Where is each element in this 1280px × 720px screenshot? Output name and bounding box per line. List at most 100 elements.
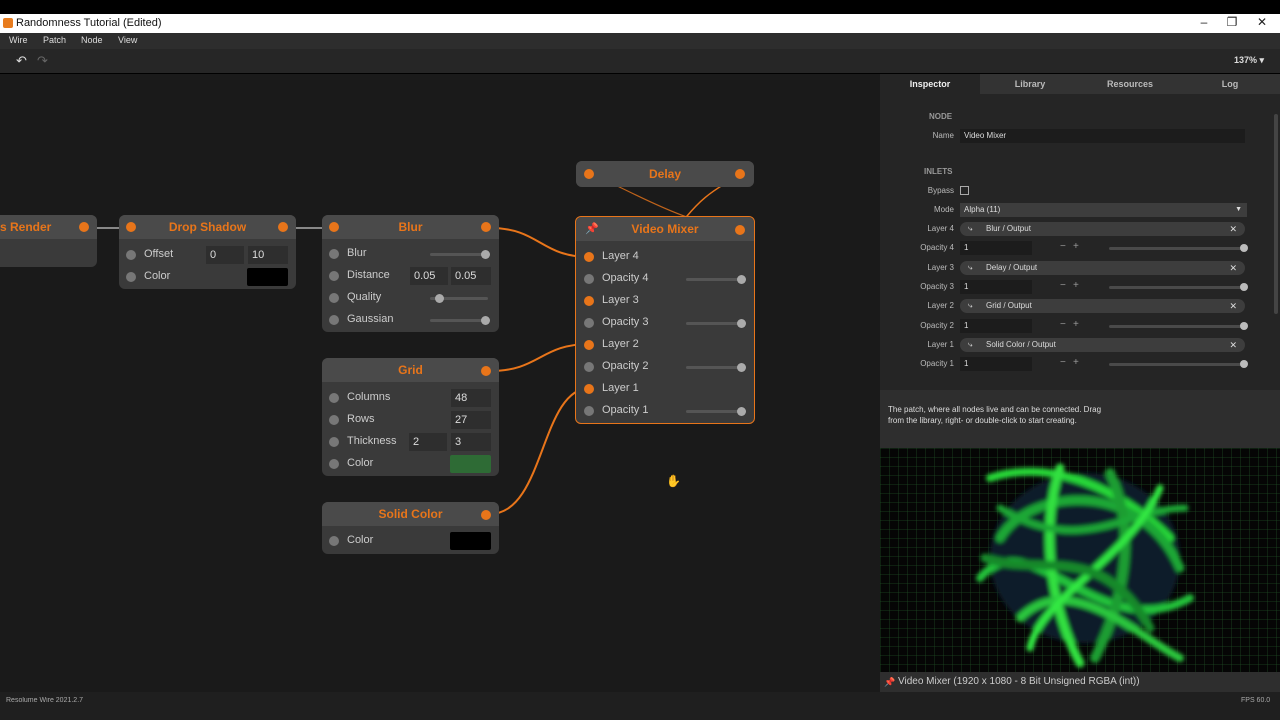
offset-y-field[interactable]: 10 [248,246,288,264]
menu-node[interactable]: Node [81,35,103,45]
node-blur[interactable]: Blur Blur Distance 0.05 0.05 Quality Gau… [322,215,499,332]
tab-library[interactable]: Library [980,74,1080,94]
thickness-y-field[interactable]: 3 [451,433,491,451]
opacity-field[interactable]: 1 [960,357,1032,372]
quality-port[interactable] [329,293,339,303]
rows-field[interactable]: 27 [451,411,491,429]
bypass-checkbox[interactable] [960,186,969,195]
distance-port[interactable] [329,271,339,281]
columns-field[interactable]: 48 [451,389,491,407]
opacity-slider[interactable] [686,278,744,281]
increment-icon[interactable]: + [1073,357,1079,368]
opacity-knob[interactable] [1240,360,1248,369]
delay-input-port[interactable] [584,169,594,179]
opacity-slider[interactable] [1109,324,1244,328]
opacity-slider[interactable] [686,366,744,369]
delay-output-port[interactable] [735,169,745,179]
inlet-connection[interactable]: ⤷ Blur / Output ✕ [960,222,1245,236]
increment-icon[interactable]: + [1073,280,1079,291]
inlet-connection[interactable]: ⤷ Delay / Output ✕ [960,260,1245,275]
input-port-7[interactable] [584,384,594,394]
opacity-knob[interactable] [1240,321,1248,330]
maximize-icon[interactable]: ❐ [1222,15,1242,29]
preview-viewport[interactable] [880,448,1280,672]
blur-amount-slider[interactable] [430,253,488,256]
minimize-icon[interactable]: – [1194,15,1214,29]
patch-canvas[interactable]: s Render Drop Shadow Offset 0 10 Color B… [0,74,880,692]
input-port-2[interactable] [584,274,594,284]
opacity-field[interactable]: 1 [960,279,1032,294]
disconnect-icon[interactable]: ✕ [1229,261,1237,275]
blur-input-port[interactable] [329,222,339,232]
thickness-x-field[interactable]: 2 [409,433,447,451]
opacity-field[interactable]: 1 [960,318,1032,333]
opacity-slider[interactable] [686,410,744,413]
drop-shadow-color-swatch[interactable] [247,268,288,286]
opacity-knob[interactable] [1240,282,1248,291]
input-port-5[interactable] [584,340,594,350]
undo-icon[interactable]: ↶ [16,53,27,69]
tab-resources[interactable]: Resources [1080,74,1180,94]
drop-shadow-input-port[interactable] [126,222,136,232]
node-render[interactable]: s Render [0,215,97,267]
menu-view[interactable]: View [118,35,137,45]
input-port-1[interactable] [584,252,594,262]
opacity-slider[interactable] [686,322,744,325]
solid-color-swatch[interactable] [450,532,491,550]
input-port-6[interactable] [584,362,594,372]
node-delay[interactable]: Delay [576,161,754,187]
color-port[interactable] [126,272,136,282]
tab-log[interactable]: Log [1180,74,1280,94]
node-video-mixer[interactable]: Video Mixer 📌 Layer 4 Opacity 4 Layer 3 Opa… [575,216,755,424]
offset-port[interactable] [126,250,136,260]
opacity-knob[interactable] [737,275,746,284]
zoom-dropdown[interactable]: 137% ▾ [1234,55,1264,66]
tab-inspector[interactable]: Inspector [880,74,980,94]
disconnect-icon[interactable]: ✕ [1229,338,1237,352]
opacity-slider[interactable] [1109,363,1244,367]
input-port-3[interactable] [584,296,594,306]
mode-select[interactable]: Alpha (11) ▼ [960,203,1247,217]
opacity-slider[interactable] [1109,285,1244,289]
opacity-knob[interactable] [737,363,746,372]
opacity-field[interactable]: 1 [960,241,1032,256]
render-output-port[interactable] [79,222,89,232]
decrement-icon[interactable]: − [1060,357,1066,368]
distance-y-field[interactable]: 0.05 [451,267,491,285]
disconnect-icon[interactable]: ✕ [1229,222,1237,236]
input-port-4[interactable] [584,318,594,328]
rows-port[interactable] [329,415,339,425]
inspector-scrollbar[interactable] [1274,114,1278,314]
disconnect-icon[interactable]: ✕ [1229,299,1237,313]
decrement-icon[interactable]: − [1060,319,1066,330]
inlet-connection[interactable]: ⤷ Solid Color / Output ✕ [960,337,1245,352]
menu-wire[interactable]: Wire [9,35,28,45]
redo-icon[interactable]: ↷ [37,53,48,69]
name-field[interactable]: Video Mixer [960,129,1245,143]
quality-knob[interactable] [435,294,444,303]
video-mixer-output-port[interactable] [735,225,745,235]
gaussian-port[interactable] [329,315,339,325]
close-icon[interactable]: ✕ [1252,15,1272,29]
blur-amount-knob[interactable] [481,250,490,259]
gaussian-knob[interactable] [481,316,490,325]
increment-icon[interactable]: + [1073,241,1079,252]
opacity-knob[interactable] [737,319,746,328]
grid-color-swatch[interactable] [450,455,491,473]
opacity-knob[interactable] [737,407,746,416]
node-drop-shadow[interactable]: Drop Shadow Offset 0 10 Color [119,215,296,289]
pin-icon[interactable]: 📌 [585,222,599,235]
menu-patch[interactable]: Patch [43,35,66,45]
node-solid-color[interactable]: Solid Color Color [322,502,499,554]
grid-output-port[interactable] [481,366,491,376]
solid-color-output-port[interactable] [481,510,491,520]
solid-color-port[interactable] [329,536,339,546]
offset-x-field[interactable]: 0 [206,246,244,264]
opacity-slider[interactable] [1109,247,1244,251]
distance-x-field[interactable]: 0.05 [410,267,448,285]
blur-amount-port[interactable] [329,249,339,259]
opacity-knob[interactable] [1240,244,1248,253]
node-grid[interactable]: Grid Columns 48 Rows 27 Thickness 2 3 Co… [322,358,499,476]
columns-port[interactable] [329,393,339,403]
blur-output-port[interactable] [481,222,491,232]
